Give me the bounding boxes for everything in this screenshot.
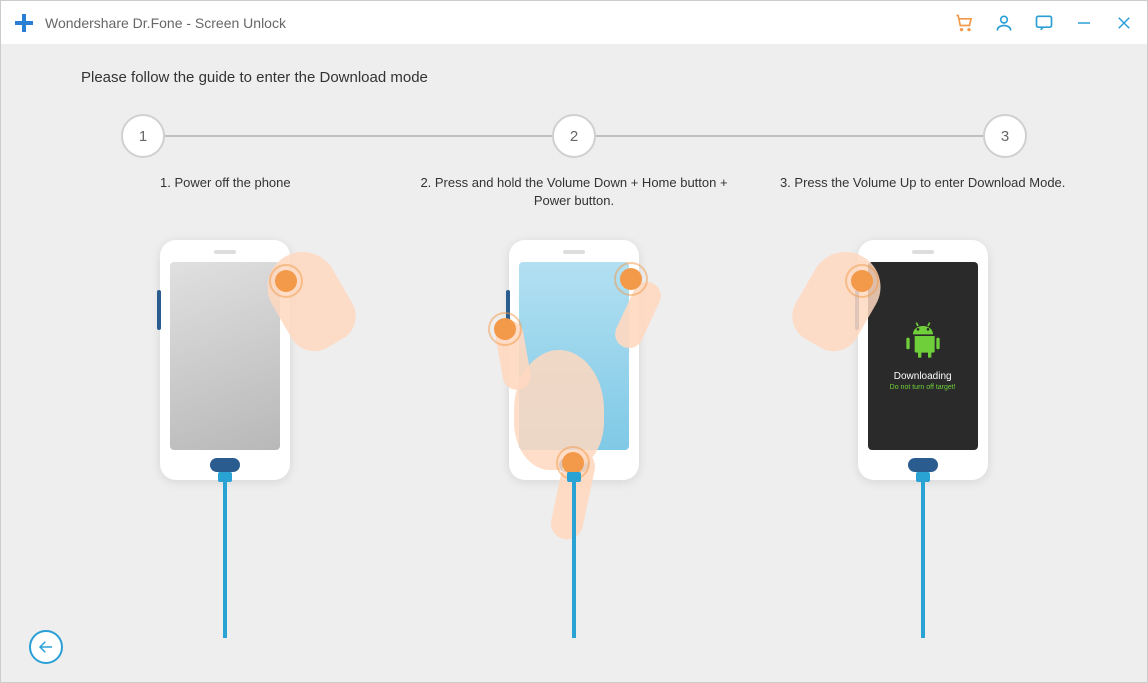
press-indicator-icon bbox=[620, 268, 642, 290]
arrow-left-icon bbox=[37, 638, 55, 656]
step-circle-3: 3 bbox=[983, 114, 1027, 158]
titlebar-right bbox=[953, 12, 1135, 34]
step-1-column: 1. Power off the phone bbox=[61, 174, 390, 600]
downloading-text: Downloading bbox=[894, 371, 952, 382]
press-indicator-icon bbox=[494, 318, 516, 340]
app-window: Wondershare Dr.Fone - Screen Unlock Plea… bbox=[0, 0, 1148, 683]
press-indicator-icon bbox=[851, 270, 873, 292]
step-2-column: 2. Press and hold the Volume Down + Home… bbox=[410, 174, 739, 600]
feedback-icon[interactable] bbox=[1033, 12, 1055, 34]
android-icon bbox=[903, 321, 943, 361]
back-button[interactable] bbox=[29, 630, 63, 664]
cable-icon bbox=[921, 478, 925, 638]
step-1-label: 1. Power off the phone bbox=[160, 174, 291, 210]
cable-icon bbox=[223, 478, 227, 638]
step-1-illustration bbox=[135, 240, 315, 600]
step-3-label: 3. Press the Volume Up to enter Download… bbox=[780, 174, 1065, 210]
steps-row: 1. Power off the phone 2. Press and hold… bbox=[61, 174, 1087, 600]
step-2-illustration bbox=[484, 240, 664, 600]
step-2-label: 2. Press and hold the Volume Down + Home… bbox=[410, 174, 739, 210]
cable-icon bbox=[572, 478, 576, 638]
step-circle-2: 2 bbox=[552, 114, 596, 158]
downloading-subtext: Do not turn off target! bbox=[890, 384, 956, 391]
step-line bbox=[596, 135, 983, 137]
step-3-illustration: Downloading Do not turn off target! bbox=[833, 240, 1013, 600]
step-3-column: 3. Press the Volume Up to enter Download… bbox=[758, 174, 1087, 600]
app-logo-icon bbox=[13, 12, 35, 34]
press-indicator-icon bbox=[562, 452, 584, 474]
titlebar-left: Wondershare Dr.Fone - Screen Unlock bbox=[13, 12, 286, 34]
cart-icon[interactable] bbox=[953, 12, 975, 34]
step-line bbox=[165, 135, 552, 137]
close-button[interactable] bbox=[1113, 12, 1135, 34]
titlebar: Wondershare Dr.Fone - Screen Unlock bbox=[1, 1, 1147, 45]
minimize-button[interactable] bbox=[1073, 12, 1095, 34]
guide-title: Please follow the guide to enter the Dow… bbox=[81, 69, 1087, 86]
app-title: Wondershare Dr.Fone - Screen Unlock bbox=[45, 15, 286, 31]
press-indicator-icon bbox=[275, 270, 297, 292]
footer-controls bbox=[29, 630, 63, 664]
account-icon[interactable] bbox=[993, 12, 1015, 34]
stepper: 1 2 3 bbox=[121, 114, 1027, 158]
step-circle-1: 1 bbox=[121, 114, 165, 158]
content-area: Please follow the guide to enter the Dow… bbox=[1, 45, 1147, 682]
